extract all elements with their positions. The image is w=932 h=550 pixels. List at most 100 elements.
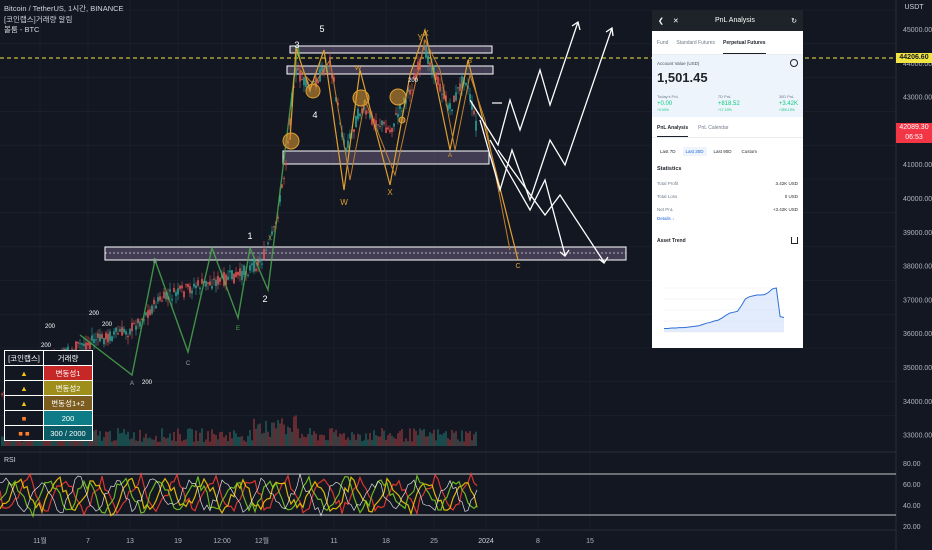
table-cell: 변동성1+2 — [43, 395, 93, 411]
wave-marker — [389, 88, 407, 106]
yellow-triangle-icon: ▲ — [20, 368, 28, 378]
tab-perpetual-futures[interactable]: Perpetual Futures — [723, 40, 766, 54]
panel-header: ❮ ✕ PnL Analysis ↻ — [652, 10, 803, 31]
product-tabs: Fund Standard Futures Perpetual Futures — [652, 31, 803, 55]
volume-bar — [181, 441, 183, 446]
volume-bar — [283, 424, 285, 446]
volume-bar — [299, 438, 301, 446]
candle-body — [239, 268, 241, 276]
volume-bar — [411, 441, 413, 446]
pnl-label: Today's PnL — [657, 94, 679, 99]
candle-body — [205, 280, 207, 287]
volume-bar — [293, 416, 295, 446]
candle-body — [385, 127, 387, 134]
share-icon[interactable] — [791, 237, 798, 244]
period-7d[interactable]: Last 7D — [657, 147, 679, 156]
candle-body — [217, 275, 219, 285]
candle-body — [95, 339, 97, 341]
refresh-icon[interactable]: ↻ — [791, 17, 797, 25]
price-label: 43000.00 — [903, 95, 932, 102]
volume-bar — [187, 428, 189, 446]
volume-bar — [213, 433, 215, 446]
support-zone-lower — [104, 246, 627, 261]
candle-body — [175, 292, 177, 296]
candle-body — [147, 310, 149, 318]
volume-bar — [369, 433, 371, 446]
volume-bar — [241, 436, 243, 446]
candle-body — [451, 109, 453, 112]
volume-bar — [167, 437, 169, 446]
stat-value: 3.42K USD — [775, 181, 798, 186]
candle-body — [459, 83, 461, 91]
wave-label: X — [268, 236, 272, 242]
candle-body — [107, 333, 109, 343]
candle-body — [255, 268, 257, 271]
candle-body — [267, 242, 269, 245]
close-icon[interactable]: ✕ — [673, 17, 679, 25]
volume-bar — [311, 434, 313, 446]
volume-bar — [451, 429, 453, 446]
volume-bar — [373, 430, 375, 446]
volume-bar — [177, 428, 179, 446]
candle-body — [163, 291, 165, 299]
volume-bar — [363, 440, 365, 446]
volume-bar — [343, 432, 345, 446]
rsi-level-label: 60.00 — [903, 482, 921, 489]
volume-bar — [69, 440, 71, 446]
period-90d[interactable]: Last 90D — [711, 147, 735, 156]
rsi-level-label: 80.00 — [903, 461, 921, 468]
wave-label: B — [468, 59, 472, 65]
candle-body — [183, 291, 185, 298]
tab-pnl-calendar[interactable]: PnL Calendar — [698, 125, 728, 137]
pnl-label: 30D PnL — [778, 94, 795, 99]
level-label: 200 — [142, 380, 153, 386]
period-custom[interactable]: Custom — [739, 147, 761, 156]
volume-bar — [149, 437, 151, 446]
candle-body — [207, 282, 209, 284]
bb-line: 볼룸 - BTC — [4, 25, 40, 34]
period-selector: Last 7D Last 30D Last 90D Custom — [652, 138, 803, 162]
tab-standard-futures[interactable]: Standard Futures — [676, 40, 715, 54]
pnl-7d: 7D PnL +818.52 +17.19% — [718, 94, 740, 112]
candle-body — [1, 393, 3, 395]
volume-bar — [265, 420, 267, 446]
candle-body — [355, 116, 357, 128]
period-30d[interactable]: Last 30D — [682, 147, 707, 156]
candle-body — [303, 77, 305, 86]
candle-body — [387, 127, 389, 130]
volume-bar — [203, 441, 205, 446]
volume-bar — [339, 433, 341, 446]
volume-bar — [461, 430, 463, 446]
time-label: 12월 — [255, 536, 269, 545]
wave-label: X — [423, 29, 429, 38]
time-label: 2024 — [478, 538, 494, 545]
candle-body — [439, 83, 441, 92]
volume-bar — [417, 435, 419, 446]
volume-bar — [157, 441, 159, 446]
orange-squares-icon: ■ ■ — [18, 428, 30, 438]
volume-bar — [455, 431, 457, 446]
volume-bar — [115, 440, 117, 446]
candle-body — [81, 343, 83, 345]
volume-bar — [1, 436, 3, 446]
table-cell: 300 / 2000 — [43, 425, 93, 441]
candle-body — [457, 87, 459, 89]
table-cell: 변동성2 — [43, 380, 93, 396]
volume-bar — [123, 429, 125, 446]
candle-body — [211, 286, 213, 289]
tab-pnl-analysis[interactable]: PnL Analysis — [657, 125, 689, 137]
candle-body — [91, 335, 93, 341]
volume-bar — [237, 436, 239, 446]
eye-icon[interactable] — [790, 59, 798, 67]
candle-body — [231, 270, 233, 280]
volume-bar — [253, 418, 255, 446]
volume-bar — [113, 440, 115, 446]
pnl-value: +0.00 — [657, 101, 673, 107]
wave-label: C — [186, 361, 191, 367]
chevron-left-icon[interactable]: ❮ — [658, 17, 664, 25]
volume-bar — [255, 428, 257, 446]
candle-body — [449, 103, 451, 109]
tab-fund[interactable]: Fund — [657, 40, 668, 54]
candle-body — [209, 281, 211, 286]
candle-body — [401, 110, 403, 112]
